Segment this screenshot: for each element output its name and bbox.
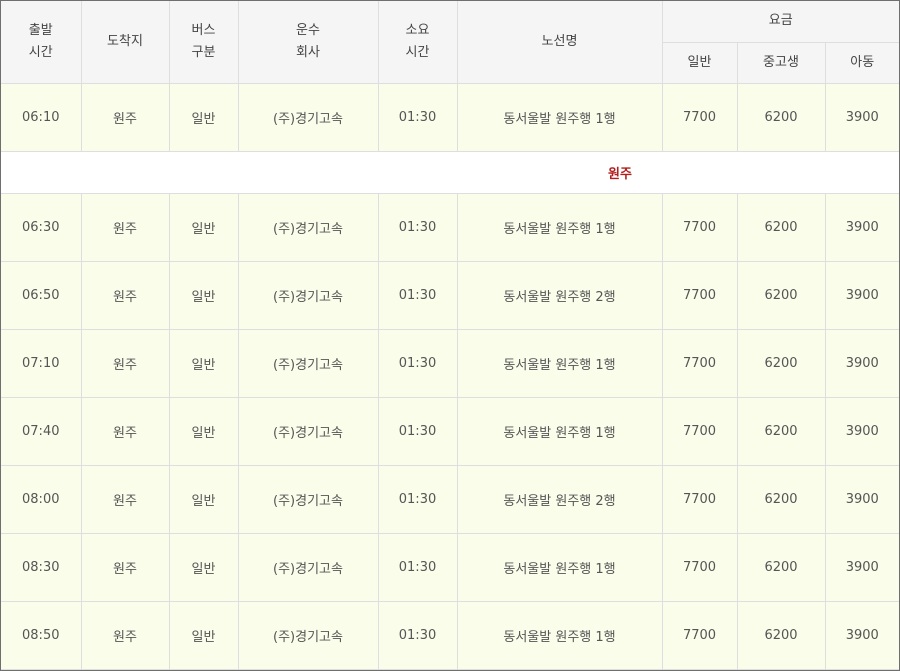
cell-fare-child: 3900 <box>824 82 899 152</box>
cell-fare-student: 6200 <box>736 82 826 152</box>
bus-timetable: 출발 시간 도착지 버스 구분 운수 회사 소요 시간 노선명 요금 일반 중고생 아동… <box>1 1 899 670</box>
cell-company: (주)경기고속 <box>237 260 379 330</box>
cell-time: 08:30 <box>1 532 82 602</box>
cell-duration: 01:30 <box>377 600 458 670</box>
cell-route: 동서울발 원주행 1행 <box>456 328 663 398</box>
cell-fare-student: 6200 <box>736 328 826 398</box>
header-fare: 요금 <box>661 1 899 43</box>
cell-fare-general: 7700 <box>661 600 738 670</box>
table-row: 08:50 원주 일반 (주)경기고속 01:30 동서울발 원주행 1행 7700 6200… <box>1 600 899 670</box>
cell-destination: 원주 <box>80 82 170 152</box>
cell-duration: 01:30 <box>377 532 458 602</box>
cell-fare-child: 3900 <box>824 464 899 534</box>
cell-destination: 원주 <box>80 260 170 330</box>
cell-destination: 원주 <box>80 600 170 670</box>
header-destination: 도착지 <box>80 1 170 84</box>
cell-fare-child: 3900 <box>824 328 899 398</box>
header-fare-child: 아동 <box>824 41 899 84</box>
cell-fare-general: 7700 <box>661 328 738 398</box>
table-row: 06:50 원주 일반 (주)경기고속 01:30 동서울발 원주행 2행 7700 6200… <box>1 260 899 330</box>
cell-company: (주)경기고속 <box>237 396 379 466</box>
cell-fare-student: 6200 <box>736 532 826 602</box>
cell-fare-student: 6200 <box>736 396 826 466</box>
cell-time: 06:50 <box>1 260 82 330</box>
cell-duration: 01:30 <box>377 396 458 466</box>
cell-company: (주)경기고속 <box>237 82 379 152</box>
cell-route: 동서울발 원주행 2행 <box>456 464 663 534</box>
cell-route: 동서울발 원주행 1행 <box>456 600 663 670</box>
cell-fare-general: 7700 <box>661 260 738 330</box>
cell-time: 07:40 <box>1 396 82 466</box>
cell-duration: 01:30 <box>377 328 458 398</box>
cell-time: 07:10 <box>1 328 82 398</box>
cell-company: (주)경기고속 <box>237 532 379 602</box>
cell-company: (주)경기고속 <box>237 328 379 398</box>
cell-fare-student: 6200 <box>736 192 826 262</box>
section-row: 원주 <box>1 150 899 194</box>
cell-destination: 원주 <box>80 464 170 534</box>
cell-fare-general: 7700 <box>661 464 738 534</box>
table-row: 06:10 원주 일반 (주)경기고속 01:30 동서울발 원주행 1행 77… <box>1 82 899 152</box>
cell-company: (주)경기고속 <box>237 600 379 670</box>
cell-bus-type: 일반 <box>168 328 239 398</box>
cell-time: 08:50 <box>1 600 82 670</box>
header-fare-student: 중고생 <box>736 41 826 84</box>
table-row: 07:40 원주 일반 (주)경기고속 01:30 동서울발 원주행 1행 7700 6200… <box>1 396 899 466</box>
cell-time: 08:00 <box>1 464 82 534</box>
cell-fare-general: 7700 <box>661 192 738 262</box>
cell-destination: 원주 <box>80 532 170 602</box>
cell-duration: 01:30 <box>377 192 458 262</box>
table-row: 06:30 원주 일반 (주)경기고속 01:30 동서울발 원주행 1행 7700 6200… <box>1 192 899 262</box>
cell-duration: 01:30 <box>377 82 458 152</box>
section-label: 원주 <box>1 150 899 194</box>
cell-destination: 원주 <box>80 192 170 262</box>
cell-duration: 01:30 <box>377 260 458 330</box>
cell-fare-general: 7700 <box>661 82 738 152</box>
header-bus-type: 버스 구분 <box>168 1 239 84</box>
cell-fare-student: 6200 <box>736 600 826 670</box>
header-duration: 소요 시간 <box>377 1 458 84</box>
cell-bus-type: 일반 <box>168 532 239 602</box>
cell-bus-type: 일반 <box>168 600 239 670</box>
header-company: 운수 회사 <box>237 1 379 84</box>
header-route: 노선명 <box>456 1 663 84</box>
cell-fare-child: 3900 <box>824 600 899 670</box>
cell-route: 동서울발 원주행 1행 <box>456 396 663 466</box>
cell-fare-child: 3900 <box>824 396 899 466</box>
cell-route: 동서울발 원주행 1행 <box>456 192 663 262</box>
cell-fare-general: 7700 <box>661 396 738 466</box>
header-departure-time: 출발 시간 <box>1 1 82 84</box>
cell-time: 06:10 <box>1 82 82 152</box>
cell-destination: 원주 <box>80 328 170 398</box>
table-row: 07:10 원주 일반 (주)경기고속 01:30 동서울발 원주행 1행 7700 6200… <box>1 328 899 398</box>
cell-fare-child: 3900 <box>824 260 899 330</box>
cell-duration: 01:30 <box>377 464 458 534</box>
cell-bus-type: 일반 <box>168 260 239 330</box>
cell-route: 동서울발 원주행 2행 <box>456 260 663 330</box>
cell-fare-child: 3900 <box>824 532 899 602</box>
table-row: 08:30 원주 일반 (주)경기고속 01:30 동서울발 원주행 1행 7700 6200… <box>1 532 899 602</box>
cell-destination: 원주 <box>80 396 170 466</box>
header-fare-general: 일반 <box>662 41 738 84</box>
cell-bus-type: 일반 <box>168 82 239 152</box>
cell-bus-type: 일반 <box>168 464 239 534</box>
cell-bus-type: 일반 <box>168 192 239 262</box>
table-row: 08:00 원주 일반 (주)경기고속 01:30 동서울발 원주행 2행 7700 6200… <box>1 464 899 534</box>
timetable-frame: 출발 시간 도착지 버스 구분 운수 회사 소요 시간 노선명 요금 일반 중고생 아동… <box>0 0 900 671</box>
cell-time: 06:30 <box>1 192 82 262</box>
cell-bus-type: 일반 <box>168 396 239 466</box>
cell-fare-student: 6200 <box>736 260 826 330</box>
cell-fare-student: 6200 <box>736 464 826 534</box>
cell-route: 동서울발 원주행 1행 <box>456 532 663 602</box>
cell-fare-child: 3900 <box>824 192 899 262</box>
cell-company: (주)경기고속 <box>237 464 379 534</box>
cell-route: 동서울발 원주행 1행 <box>456 82 663 152</box>
cell-fare-general: 7700 <box>661 532 738 602</box>
cell-company: (주)경기고속 <box>237 192 379 262</box>
